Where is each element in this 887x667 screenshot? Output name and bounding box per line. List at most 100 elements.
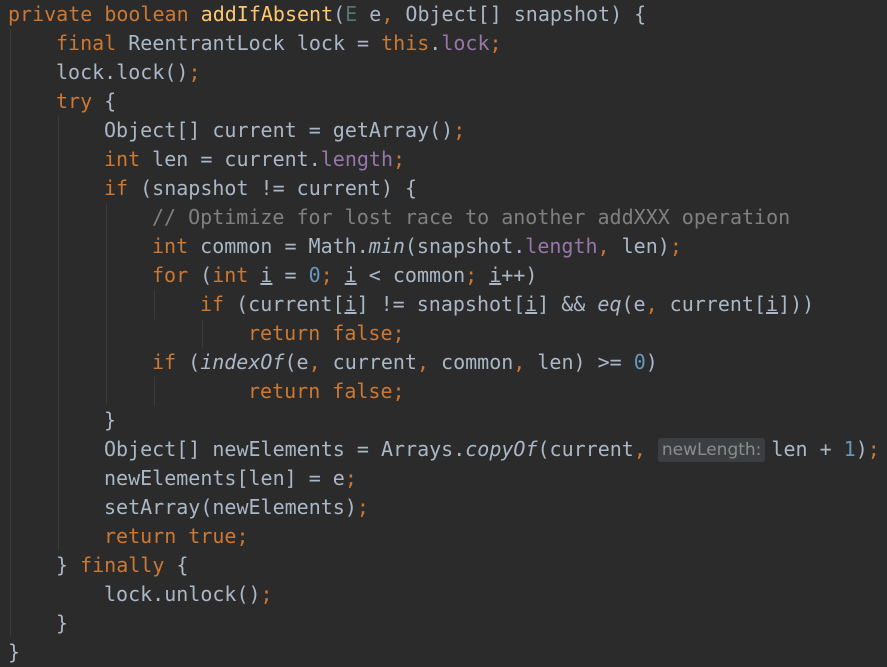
- code-token: }: [56, 611, 69, 635]
- code-line[interactable]: return false;: [248, 377, 405, 406]
- keyword-token: finally: [80, 553, 165, 577]
- indent-guide: [106, 203, 107, 405]
- code-token: (current[: [224, 292, 345, 316]
- field-token: lock: [441, 31, 490, 55]
- punctuation-token: ,: [513, 350, 526, 374]
- code-line[interactable]: return true;: [104, 522, 249, 551]
- code-line[interactable]: lock.unlock();: [104, 580, 273, 609]
- number-token: 0: [633, 350, 646, 374]
- variable-token: i: [489, 263, 502, 287]
- variable-token: i: [525, 292, 538, 316]
- code-token: }: [104, 408, 117, 432]
- code-line[interactable]: int common = Math.min(snapshot.length, l…: [152, 232, 682, 261]
- code-line[interactable]: final ReentrantLock lock = this.lock;: [56, 29, 502, 58]
- code-token: (: [188, 263, 213, 287]
- punctuation-token: ,: [645, 292, 658, 316]
- code-line[interactable]: }: [104, 406, 116, 435]
- keyword-token: for: [152, 263, 189, 287]
- code-line[interactable]: lock.lock();: [56, 58, 201, 87]
- code-token: ] != snapshot[: [356, 292, 526, 316]
- code-line[interactable]: private boolean addIfAbsent(E e, Object[…: [8, 0, 646, 29]
- code-token: ReentrantLock lock =: [116, 31, 382, 55]
- code-token: =: [272, 263, 309, 287]
- code-token: len +: [771, 437, 844, 461]
- punctuation-token: ;: [236, 524, 249, 548]
- static-call-token: min: [368, 234, 405, 258]
- punctuation-token: ;: [453, 118, 466, 142]
- code-token: .: [429, 31, 442, 55]
- code-line[interactable]: for (int i = 0; i < common; i++): [152, 261, 537, 290]
- punctuation-token: ;: [392, 379, 405, 403]
- punctuation-token: ;: [260, 582, 273, 606]
- code-line[interactable]: Object[] newElements = Arrays.copyOf(cur…: [104, 435, 880, 464]
- code-line[interactable]: if (snapshot != current) {: [104, 174, 417, 203]
- punctuation-token: ;: [392, 321, 405, 345]
- code-token: (e: [284, 350, 309, 374]
- code-line[interactable]: // Optimize for lost race to another add…: [152, 203, 790, 232]
- code-token: setArray(newElements): [104, 495, 357, 519]
- indent-guide: [154, 290, 155, 319]
- variable-token: i: [766, 292, 779, 316]
- indent-guide: [10, 29, 11, 637]
- variable-token: i: [344, 263, 357, 287]
- punctuation-token: ;: [465, 263, 478, 287]
- code-token: {: [164, 553, 189, 577]
- punctuation-token: ,: [597, 234, 610, 258]
- keyword-token: private boolean: [8, 2, 189, 26]
- code-token: (: [333, 2, 346, 26]
- keyword-token: final: [56, 31, 117, 55]
- code-line[interactable]: } finally {: [56, 551, 188, 580]
- code-token: len = current.: [140, 147, 321, 171]
- code-line[interactable]: if (indexOf(e, current, common, len) >= …: [152, 348, 658, 377]
- code-token: lock.unlock(): [104, 582, 261, 606]
- code-line[interactable]: }: [56, 609, 68, 638]
- code-token: ++): [501, 263, 538, 287]
- code-token: }: [56, 553, 81, 577]
- code-token: newElements[len] = e: [104, 466, 345, 490]
- code-token: current[: [657, 292, 767, 316]
- type-param-token: E: [345, 2, 358, 26]
- keyword-token: if: [152, 350, 177, 374]
- keyword-token: return false: [248, 321, 393, 345]
- code-token: len) >=: [525, 350, 634, 374]
- static-call-token: eq: [597, 292, 622, 316]
- code-token: Object[] snapshot) {: [393, 2, 647, 26]
- code-line[interactable]: int len = current.length;: [104, 145, 405, 174]
- code-token: (snapshot.: [404, 234, 526, 258]
- punctuation-token: ;: [489, 31, 502, 55]
- code-line[interactable]: return false;: [248, 319, 405, 348]
- code-token: len): [609, 234, 670, 258]
- code-token: ): [645, 350, 658, 374]
- method-name-token: addIfAbsent: [200, 2, 334, 26]
- punctuation-token: ,: [308, 350, 321, 374]
- code-token: (: [176, 350, 201, 374]
- variable-token: i: [260, 263, 273, 287]
- code-token: lock.lock(): [56, 60, 189, 84]
- code-line[interactable]: newElements[len] = e;: [104, 464, 357, 493]
- code-token: ] &&: [537, 292, 598, 316]
- code-line[interactable]: if (current[i] != snapshot[i] && eq(e, c…: [200, 290, 814, 319]
- punctuation-token: ,: [416, 350, 429, 374]
- code-editor[interactable]: private boolean addIfAbsent(E e, Object[…: [0, 0, 887, 664]
- punctuation-token: ;: [320, 263, 333, 287]
- punctuation-token: ,: [381, 2, 394, 26]
- code-line[interactable]: try {: [56, 87, 116, 116]
- punctuation-token: ;: [393, 147, 406, 171]
- punctuation-token: ;: [188, 60, 201, 84]
- static-call-token: indexOf: [200, 350, 285, 374]
- code-line[interactable]: Object[] current = getArray();: [104, 116, 465, 145]
- code-token: common: [429, 350, 514, 374]
- keyword-token: try: [56, 89, 93, 113]
- static-call-token: copyOf: [465, 437, 538, 461]
- code-line[interactable]: setArray(newElements);: [104, 493, 369, 522]
- keyword-token: int: [104, 147, 141, 171]
- code-token: Object[] newElements = Arrays.: [104, 437, 466, 461]
- punctuation-token: ;: [344, 466, 357, 490]
- code-token: common = Math.: [188, 234, 369, 258]
- variable-token: i: [344, 292, 357, 316]
- punctuation-token: ,: [633, 437, 646, 461]
- code-token: {: [92, 89, 117, 113]
- keyword-token: if: [200, 292, 225, 316]
- parameter-hint: newLength:: [657, 438, 766, 462]
